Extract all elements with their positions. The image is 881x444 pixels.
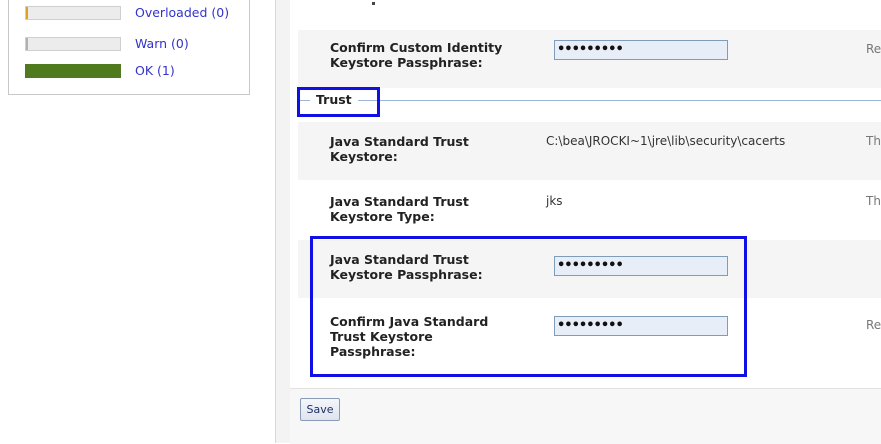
trust-type-description: The <box>866 194 881 208</box>
trust-highlight-box <box>297 87 380 117</box>
form-row-trust-type: Java Standard Trust Keystore Type: jks T… <box>298 182 881 237</box>
trust-type-label: Java Standard Trust Keystore Type: <box>330 194 469 224</box>
button-bar <box>290 388 881 444</box>
health-link-overloaded[interactable]: Overloaded (0) <box>135 5 229 20</box>
cropped-text-mark <box>372 2 375 5</box>
health-fill-overloaded <box>26 7 28 19</box>
health-bar-warn <box>25 37 121 51</box>
trust-keystore-value: C:\bea\JROCKI~1\jre\lib\security\cacerts <box>546 134 786 148</box>
trust-type-value: jks <box>546 194 563 208</box>
health-bar-ok <box>25 64 121 78</box>
health-link-ok[interactable]: OK (1) <box>135 63 175 78</box>
panel-divider <box>275 0 291 443</box>
server-health-panel: Overloaded (0) Warn (0) OK (1) <box>8 0 250 95</box>
form-row-trust-keystore: Java Standard Trust Keystore: C:\bea\JRO… <box>298 122 881 180</box>
health-fill-ok <box>26 65 120 77</box>
confirm-identity-label: Confirm Custom Identity Keystore Passphr… <box>330 40 503 70</box>
confirm-trust-description: Re- <box>866 318 881 332</box>
health-bar-overloaded <box>25 6 121 20</box>
trust-keystore-description: The <box>866 134 881 148</box>
keystore-form: Confirm Custom Identity Keystore Passphr… <box>290 0 881 444</box>
passphrase-highlight-box <box>310 236 747 377</box>
form-row-confirm-identity: Confirm Custom Identity Keystore Passphr… <box>298 30 881 88</box>
confirm-identity-description: Re- <box>866 42 881 56</box>
health-link-warn[interactable]: Warn (0) <box>135 36 189 51</box>
trust-fieldset-border <box>304 100 881 101</box>
health-fill-warn <box>26 38 28 50</box>
save-button[interactable]: Save <box>300 398 340 421</box>
confirm-identity-passphrase-input[interactable]: ••••••••• <box>554 40 728 60</box>
trust-keystore-label: Java Standard Trust Keystore: <box>330 134 469 164</box>
